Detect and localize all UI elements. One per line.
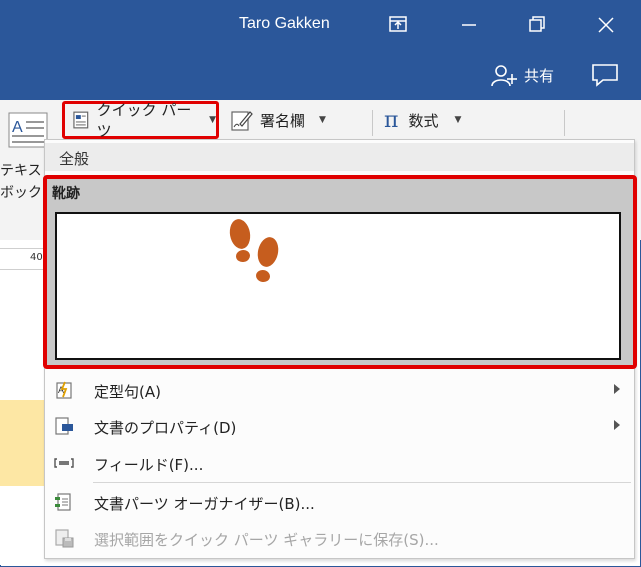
- menu-item-document-property[interactable]: 文書のプロパティ(D): [45, 409, 634, 443]
- equation-button[interactable]: π 数式 ▼: [384, 107, 461, 133]
- field-icon: [54, 458, 74, 468]
- menu-item-building-blocks-organizer[interactable]: 文書パーツ オーガナイザー(B)...: [45, 485, 634, 519]
- textbox-label-line2: ボックス: [0, 185, 46, 201]
- svg-text:A: A: [12, 119, 23, 136]
- comment-icon[interactable]: [591, 63, 619, 87]
- gallery-section-title: 全般: [59, 150, 90, 168]
- save-to-gallery-icon: [55, 529, 74, 548]
- signature-line-button[interactable]: 署名欄 ▼: [230, 107, 326, 133]
- gallery-item-name: 靴跡: [52, 186, 80, 202]
- save-to-gallery-label: 選択範囲をクイック パーツ ギャラリーに保存(S)...: [94, 531, 439, 549]
- field-label: フィールド(F)...: [94, 456, 204, 474]
- share-label: 共有: [524, 66, 555, 85]
- chevron-down-icon: ▼: [454, 115, 462, 125]
- textbox-icon[interactable]: A: [8, 112, 48, 148]
- close-icon[interactable]: [592, 12, 620, 38]
- restore-icon[interactable]: [522, 12, 550, 38]
- building-blocks-organizer-icon: [55, 493, 71, 511]
- building-blocks-organizer-label: 文書パーツ オーガナイザー(B)...: [94, 495, 315, 513]
- document-property-icon: [55, 417, 73, 435]
- share-button[interactable]: 共有: [490, 62, 554, 88]
- menu-item-save-to-gallery: 選択範囲をクイック パーツ ギャラリーに保存(S)...: [45, 521, 634, 555]
- submenu-arrow-icon: [614, 384, 620, 394]
- quick-parts-icon: [73, 111, 89, 129]
- share-person-icon: [491, 65, 517, 87]
- chevron-down-icon: ▼: [319, 115, 326, 125]
- gallery-item-preview[interactable]: [55, 212, 621, 360]
- minimize-icon[interactable]: [455, 12, 483, 38]
- account-name[interactable]: Taro Gakken: [239, 15, 330, 33]
- ruler-value: 40: [30, 252, 43, 263]
- menu-item-field[interactable]: フィールド(F)...: [45, 446, 634, 480]
- textbox-label-line1: テキスト: [0, 163, 46, 179]
- gallery-section-header: 全般: [45, 143, 634, 171]
- quick-parts-label: クイック パーツ: [96, 101, 192, 140]
- signature-line-label: 署名欄: [260, 111, 306, 130]
- chevron-down-icon: ▼: [209, 115, 216, 125]
- ribbon-separator: [564, 110, 565, 136]
- document-property-label: 文書のプロパティ(D): [94, 419, 237, 437]
- pi-icon: π: [384, 107, 399, 133]
- menu-item-autotext[interactable]: A 定型句(A): [45, 373, 634, 407]
- ruler: 40: [0, 248, 45, 270]
- autotext-label: 定型句(A): [94, 383, 161, 401]
- document-highlight: [0, 400, 45, 486]
- menu-divider: [93, 482, 631, 483]
- signature-line-icon: [231, 111, 253, 131]
- autotext-icon: A: [56, 381, 72, 399]
- footprints-icon: [229, 219, 279, 283]
- textbox-button[interactable]: テキスト ボックス: [0, 160, 46, 204]
- title-bar: Taro Gakken: [0, 0, 641, 50]
- quick-parts-button[interactable]: クイック パーツ ▼: [62, 101, 219, 140]
- equation-label: 数式: [408, 111, 439, 130]
- submenu-arrow-icon: [614, 420, 620, 430]
- ribbon-display-options-icon[interactable]: [384, 12, 412, 38]
- ribbon-separator: [372, 110, 373, 136]
